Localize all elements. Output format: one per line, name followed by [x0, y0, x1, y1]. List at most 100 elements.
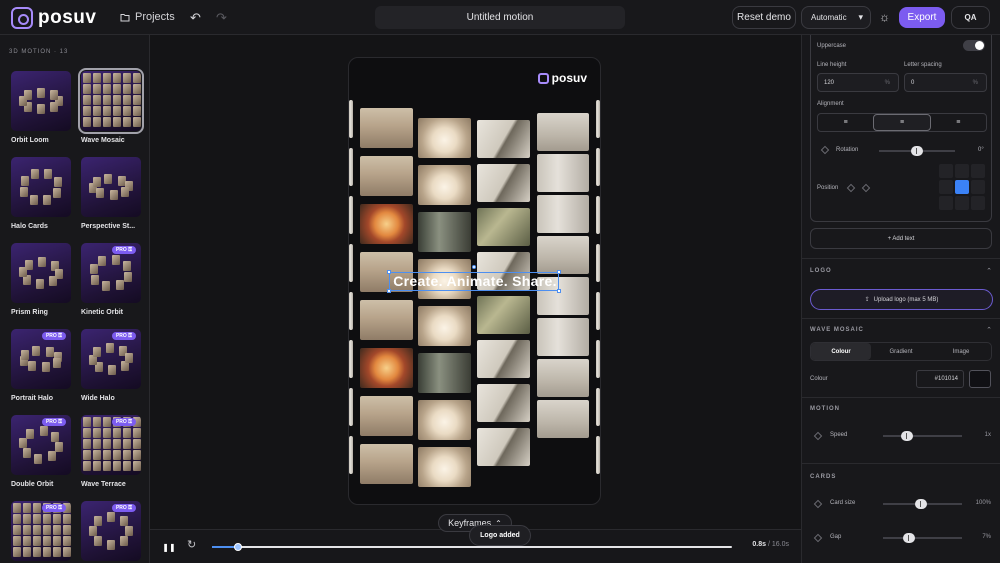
resize-handle[interactable] — [557, 289, 561, 293]
tab-image[interactable]: Image — [931, 343, 991, 360]
thumbnail-tile — [45, 346, 54, 357]
preset-card[interactable]: Perspective St... — [81, 157, 141, 230]
undo-icon: ↶ — [190, 10, 201, 25]
pause-icon: ❚❚ — [162, 542, 176, 552]
colour-hex-field[interactable]: #101014 — [916, 370, 964, 388]
pause-button[interactable]: ❚❚ — [161, 539, 177, 555]
gap-keyframe-icon[interactable] — [813, 533, 823, 543]
brand-logo[interactable]: posuv — [11, 7, 96, 29]
thumbnail-tile — [133, 73, 141, 83]
preset-card[interactable]: PRO ⚿ Wave Terrace — [81, 415, 141, 488]
thumbnail-tile — [93, 84, 101, 94]
redo-button[interactable]: ↷ — [216, 10, 227, 26]
align-right-button[interactable]: ≡ — [931, 114, 986, 131]
export-button[interactable]: Export — [899, 7, 945, 28]
projects-button[interactable]: Projects — [120, 11, 175, 23]
timeline-scrubber[interactable] — [212, 543, 732, 551]
gap-slider-knob[interactable] — [903, 533, 915, 543]
thumbnail-tile — [83, 461, 91, 471]
preset-card[interactable]: Wave Mosaic — [78, 68, 144, 144]
position-cell[interactable] — [955, 196, 969, 210]
position-cell[interactable] — [939, 180, 953, 194]
timeline-knob[interactable] — [234, 543, 242, 551]
resize-handle[interactable] — [387, 289, 391, 293]
card-size-slider-knob[interactable] — [915, 499, 927, 509]
align-left-button[interactable]: ≡ — [818, 114, 873, 131]
rotation-slider[interactable] — [879, 146, 955, 156]
undo-button[interactable]: ↶ — [190, 10, 201, 26]
thumbnail-tile — [43, 195, 52, 206]
position-cell[interactable] — [939, 164, 953, 178]
preview-canvas[interactable]: posuv Create. Animate. Share. — [348, 57, 601, 505]
overlay-text[interactable]: Create. Animate. Share. — [389, 273, 561, 289]
letter-spacing-field[interactable]: 0% — [904, 73, 987, 92]
upload-logo-button[interactable]: ⇪ Upload logo (max 5 MB) — [810, 289, 993, 310]
position-cell[interactable] — [971, 180, 985, 194]
preset-card[interactable]: PRO ⚿ Kinetic Orbit — [81, 243, 141, 316]
thumbnail-tile — [105, 343, 114, 354]
preset-label: Portrait Halo — [11, 395, 54, 402]
thumbnail-tile — [63, 514, 71, 524]
position-cell[interactable] — [955, 164, 969, 178]
canvas-area: posuv Create. Animate. Share. ❚❚ ↻ 0.8s … — [150, 35, 801, 563]
speed-slider-knob[interactable] — [901, 431, 913, 441]
preset-label: Kinetic Orbit — [81, 309, 124, 316]
rotation-keyframe-icon[interactable] — [820, 145, 830, 155]
qa-button[interactable]: QA — [951, 6, 990, 29]
preset-card[interactable]: PRO ⚿ Portrait Halo — [11, 329, 71, 402]
position-cell[interactable] — [971, 164, 985, 178]
thumbnail-tile — [133, 439, 141, 449]
position-keyframe-icon[interactable] — [861, 183, 871, 193]
thumbnail-tile — [13, 525, 21, 535]
preset-card[interactable]: PRO ⚿ Wide Halo — [81, 329, 141, 402]
speed-slider[interactable] — [883, 431, 962, 441]
colour-swatch[interactable] — [969, 370, 991, 388]
thumbnail-tile — [44, 169, 53, 180]
chevron-up-icon[interactable]: ⌃ — [986, 326, 992, 334]
preset-card[interactable]: PRO ⚿ — [11, 501, 71, 561]
preset-label: Wave Mosaic — [81, 137, 125, 144]
current-time: 0.8s — [752, 541, 767, 548]
preset-label: Orbit Loom — [11, 137, 49, 144]
gap-slider[interactable] — [883, 533, 962, 543]
position-cell[interactable] — [939, 196, 953, 210]
add-text-button[interactable]: + Add text — [810, 228, 992, 249]
upload-icon: ⇪ — [864, 297, 870, 303]
thumbnail-tile — [123, 95, 131, 105]
preset-card[interactable]: PRO ⚿ Double Orbit — [11, 415, 71, 488]
position-keyframe-icon[interactable] — [846, 183, 856, 193]
preset-card[interactable]: Halo Cards — [11, 157, 71, 230]
preset-card[interactable]: PRO ⚿ — [81, 501, 141, 561]
document-title[interactable]: Untitled motion — [375, 6, 625, 29]
thumbnail-tile — [124, 526, 133, 537]
reset-demo-button[interactable]: Reset demo — [732, 6, 796, 29]
quality-select[interactable]: Automatic — [801, 6, 871, 29]
canvas-logo-text: posuv — [551, 71, 587, 85]
align-center-button[interactable]: ≡ — [873, 114, 931, 131]
thumbnail-tile — [63, 525, 71, 535]
thumbnail-tile — [123, 461, 131, 471]
card-size-slider[interactable] — [883, 499, 962, 509]
text-settings-box: Uppercase Line height 120% Letter spacin… — [810, 35, 992, 222]
position-grid[interactable] — [939, 164, 991, 210]
preset-card[interactable]: Orbit Loom — [11, 71, 71, 144]
speed-keyframe-icon[interactable] — [813, 431, 823, 441]
preset-label: Double Orbit — [11, 481, 54, 488]
position-cell[interactable] — [971, 196, 985, 210]
tab-colour[interactable]: Colour — [811, 343, 871, 360]
thumbnail-tile — [103, 461, 111, 471]
thumbnail-tile — [13, 547, 21, 557]
rotate-handle[interactable] — [472, 265, 476, 269]
card-size-keyframe-icon[interactable] — [813, 499, 823, 509]
tab-gradient[interactable]: Gradient — [871, 343, 931, 360]
rotation-slider-knob[interactable] — [911, 146, 923, 156]
position-cell-selected[interactable] — [955, 180, 969, 194]
chevron-up-icon[interactable]: ⌃ — [986, 267, 992, 275]
letter-spacing-value: 0 — [911, 80, 915, 86]
theme-toggle-button[interactable]: ☼ — [879, 10, 890, 24]
uppercase-toggle[interactable] — [963, 40, 985, 51]
restart-button[interactable]: ↻ — [187, 538, 196, 551]
preset-card[interactable]: Prism Ring — [11, 243, 71, 316]
line-height-field[interactable]: 120% — [817, 73, 899, 92]
thumbnail-tile — [28, 361, 37, 371]
